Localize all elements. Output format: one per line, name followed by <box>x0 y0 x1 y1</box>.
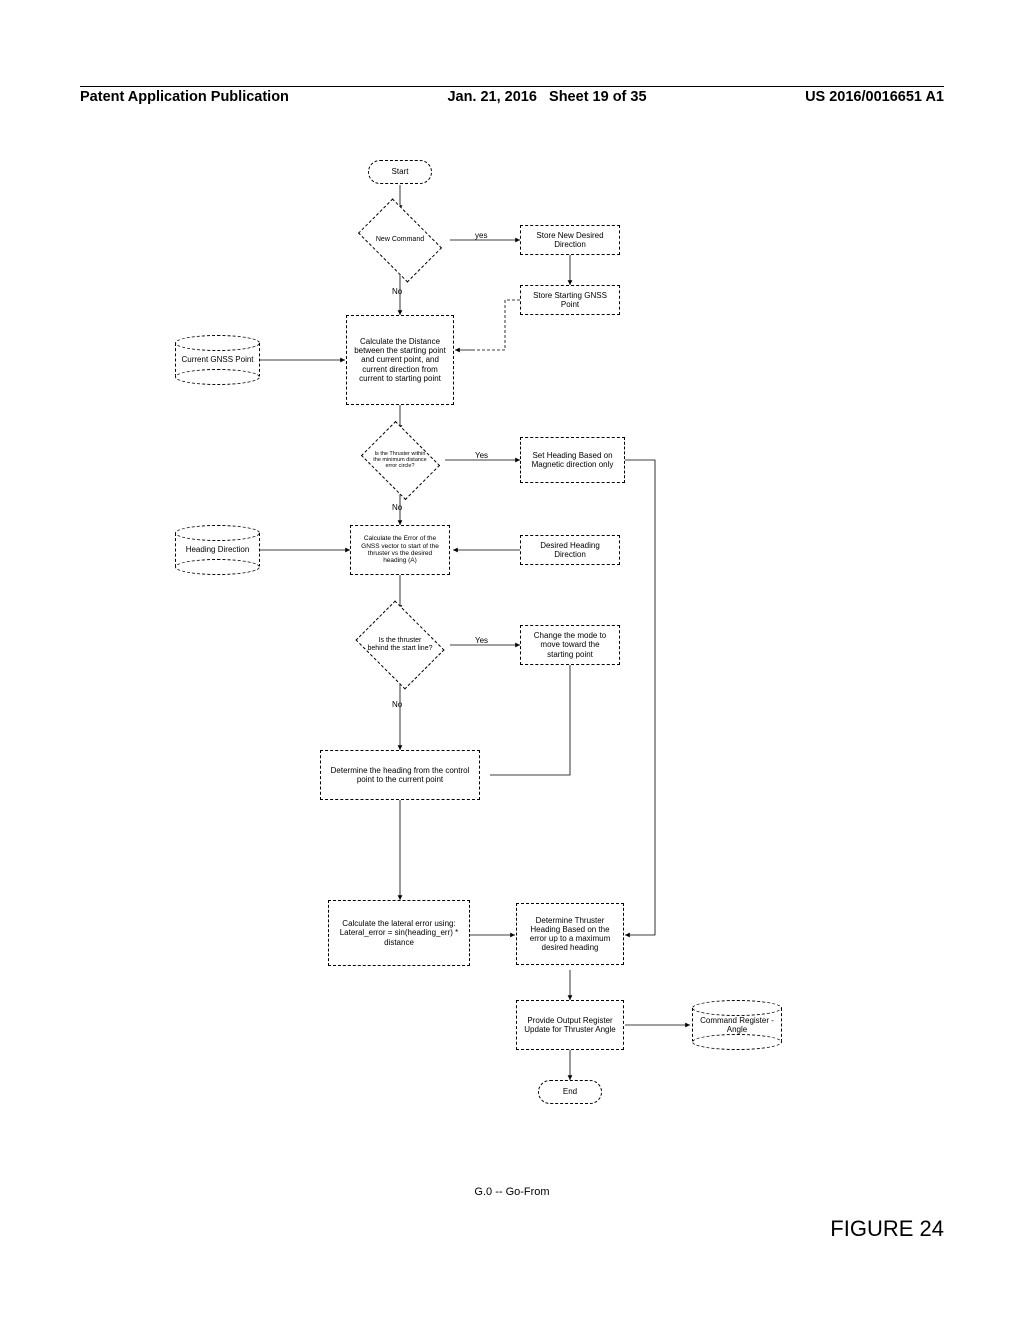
db-heading-direction: Heading Direction <box>175 525 260 575</box>
db-current-gnss: Current GNSS Point <box>175 335 260 385</box>
label-no: No <box>392 287 402 296</box>
proc-lateral-error: Calculate the lateral error using: Later… <box>328 900 470 966</box>
proc-determine-heading: Determine the heading from the control p… <box>320 750 480 800</box>
label-no-2: No <box>392 503 402 512</box>
label-yes: yes <box>475 231 487 240</box>
label-yes-3: Yes <box>475 636 488 645</box>
decision-within-circle: Is the Thruster within the minimum dista… <box>355 425 445 495</box>
connector-arrows <box>80 155 944 1175</box>
start-node: Start <box>368 160 432 184</box>
proc-thruster-heading: Determine Thruster Heading Based on the … <box>516 903 624 965</box>
label-no-3: No <box>392 700 402 709</box>
label-yes-2: Yes <box>475 451 488 460</box>
pub-date: Jan. 21, 2016 Sheet 19 of 35 <box>447 89 646 105</box>
pub-number: US 2016/0016651 A1 <box>805 89 944 105</box>
flowchart: Start New Command yes No Store New Desir… <box>80 155 944 1175</box>
proc-output-register: Provide Output Register Update for Thrus… <box>516 1000 624 1050</box>
proc-calc-error: Calculate the Error of the GNSS vector t… <box>350 525 450 575</box>
page-header: Patent Application Publication Jan. 21, … <box>80 86 944 105</box>
figure-number: FIGURE 24 <box>830 1216 944 1242</box>
proc-calc-distance: Calculate the Distance between the start… <box>346 315 454 405</box>
proc-set-heading: Set Heading Based on Magnetic direction … <box>520 437 625 483</box>
diagram-caption: G.0 -- Go-From <box>474 1186 549 1198</box>
db-command-register: Command Register - Angle <box>692 1000 782 1050</box>
proc-change-mode: Change the mode to move toward the start… <box>520 625 620 665</box>
decision-behind-line: Is the thruster behind the start line? <box>350 605 450 685</box>
pub-label: Patent Application Publication <box>80 89 289 105</box>
proc-store-gnss: Store Starting GNSS Point <box>520 285 620 315</box>
decision-new-command: New Command <box>350 205 450 275</box>
proc-store-direction: Store New Desired Direction <box>520 225 620 255</box>
end-node: End <box>538 1080 602 1104</box>
proc-desired-heading: Desired Heading Direction <box>520 535 620 565</box>
